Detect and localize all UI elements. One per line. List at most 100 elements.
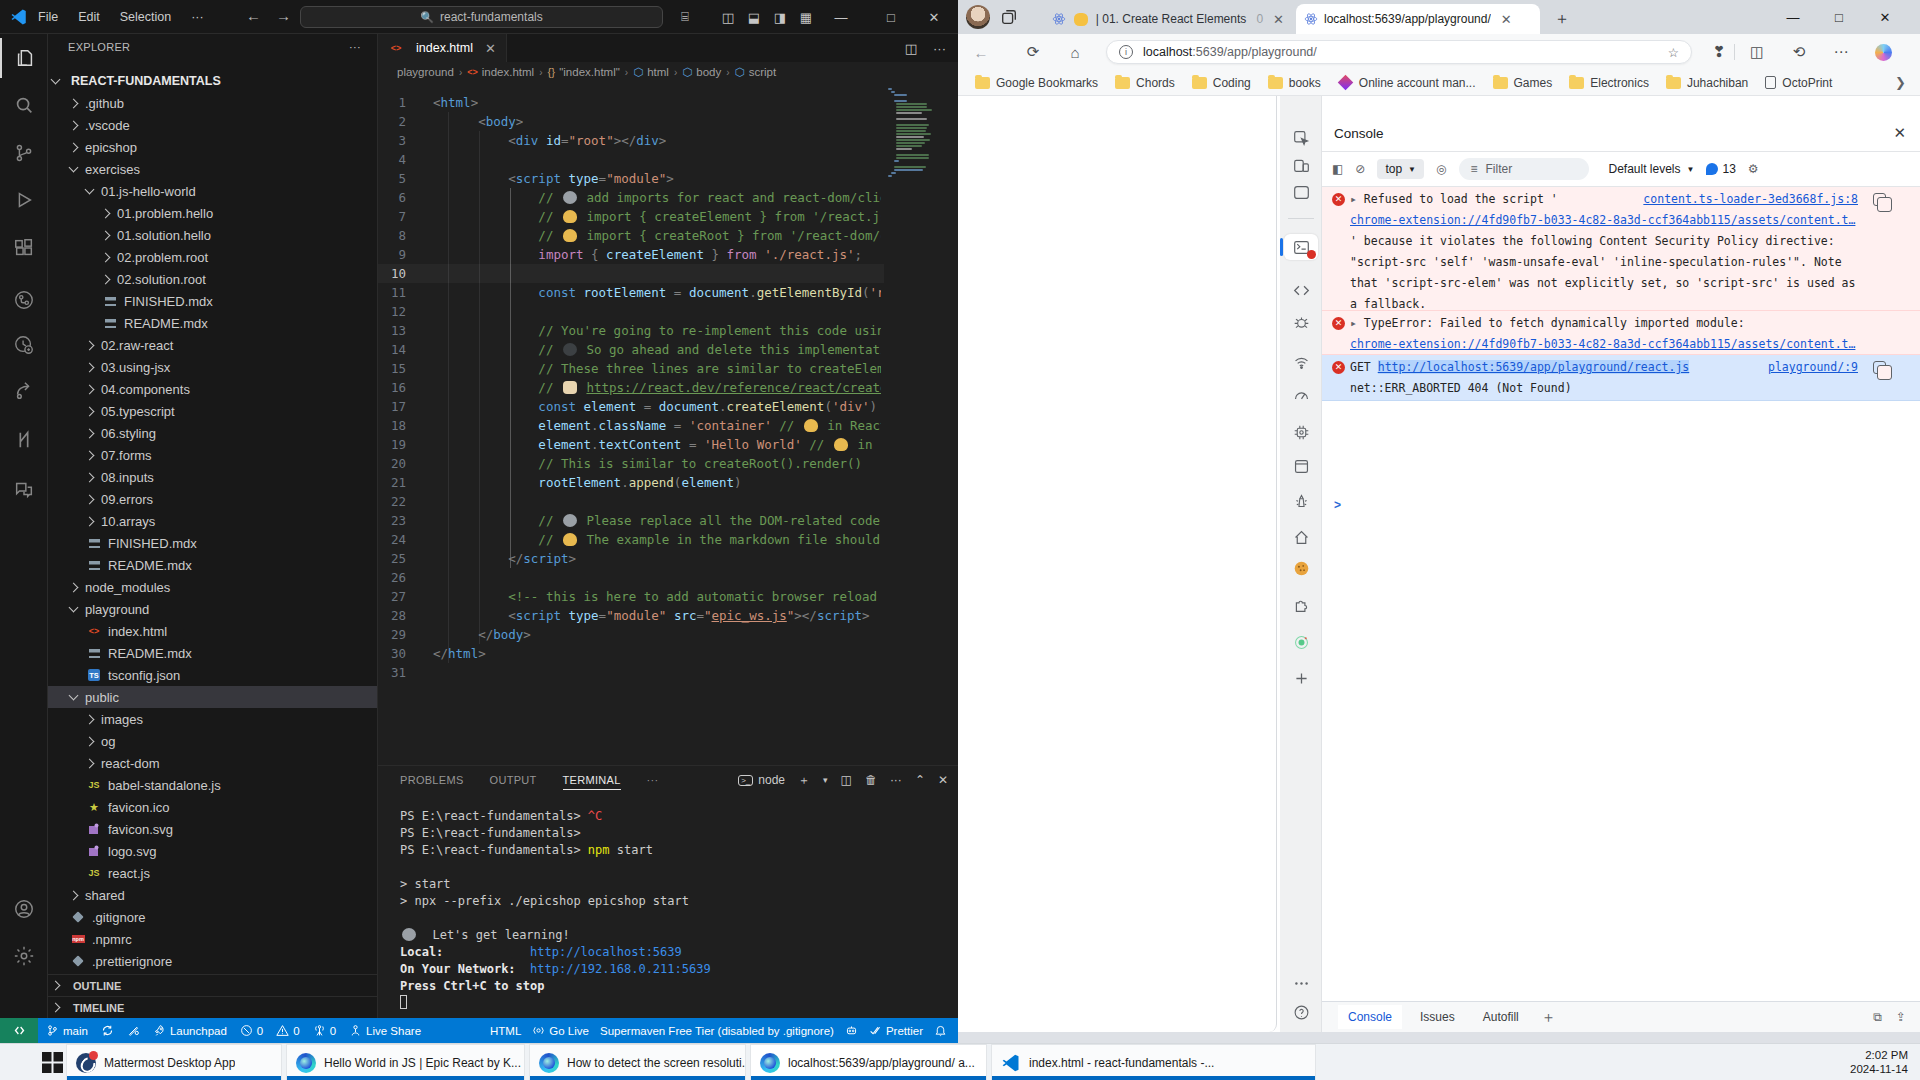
tab-close-icon[interactable]: ✕	[1501, 12, 1512, 27]
file-FINISHED.mdx[interactable]: FINISHED.mdx	[48, 290, 377, 312]
tab-close-icon[interactable]: ✕	[485, 41, 496, 56]
application-icon[interactable]	[1284, 453, 1318, 479]
panel-tab-problems[interactable]: PROBLEMS	[400, 774, 464, 786]
folder-.github[interactable]: .github	[48, 92, 377, 114]
new-tab-button[interactable]: ＋	[1554, 9, 1570, 30]
run-debug-icon[interactable]	[0, 180, 48, 220]
more-tools-icon[interactable]	[1284, 970, 1318, 996]
console-message-2[interactable]: ▸ TypeError: Failed to fetch dynamically…	[1322, 311, 1920, 355]
tab-index-html[interactable]: <> index.html ✕	[378, 34, 507, 62]
split-screen-icon[interactable]: ◫	[1746, 41, 1768, 63]
memory-icon[interactable]	[1284, 419, 1318, 445]
taskbar-button-2[interactable]: Hello World in JS | Epic React by K...	[286, 1044, 525, 1080]
code-line[interactable]: // These three lines are similar to crea…	[433, 359, 881, 378]
status-launchpad[interactable]: Launchpad	[153, 1024, 227, 1037]
start-button[interactable]	[42, 1052, 63, 1073]
code-line[interactable]: const element = document.createElement('…	[433, 397, 877, 416]
folder-03.using-jsx[interactable]: 03.using-jsx	[48, 356, 377, 378]
maximize-button[interactable]: □	[1816, 0, 1862, 34]
code-line[interactable]: // Please replace all the DOM-related co…	[433, 511, 881, 530]
back-arrow-icon[interactable]: ←	[246, 7, 261, 24]
explorer-more-icon[interactable]: ···	[349, 41, 361, 53]
panel-tabs-more-icon[interactable]: ···	[647, 774, 659, 786]
kill-terminal-icon[interactable]: 🗑	[865, 773, 877, 787]
drawer-add-icon[interactable]: ＋	[1541, 1008, 1556, 1027]
console-settings-icon[interactable]: ⚙	[1748, 162, 1759, 176]
console-message-count[interactable]: 13	[1706, 162, 1735, 176]
git-graph-icon[interactable]	[0, 280, 48, 320]
folder-shared[interactable]: shared	[48, 884, 377, 906]
back-icon[interactable]: ←	[970, 41, 992, 63]
code-line[interactable]: // The example in the markdown file shou…	[433, 530, 881, 549]
console-source-link[interactable]: content.ts-loader-3ed3668f.js:8	[1643, 189, 1858, 210]
files-icon[interactable]	[0, 38, 48, 78]
file-favicon.ico[interactable]: ★favicon.ico	[48, 796, 377, 818]
status-prettier[interactable]: Prettier	[869, 1024, 923, 1037]
code-line[interactable]: element.textContent = 'Hello World' // i…	[433, 435, 873, 454]
code-line[interactable]: </html>	[433, 644, 486, 663]
breadcrumb-5[interactable]: ⬡script	[735, 65, 777, 79]
taskbar-button-4[interactable]: localhost:5639/app/playground/ a...	[750, 1044, 987, 1080]
toggle-secondary-sidebar-icon[interactable]: ◨	[771, 8, 789, 26]
maximize-button[interactable]: □	[882, 8, 900, 26]
bookmark-online-account-man-[interactable]: Online account man...	[1338, 76, 1476, 90]
code-line[interactable]: element.className = 'container' // in Re…	[433, 416, 881, 435]
panel-close-icon[interactable]: ✕	[938, 773, 948, 787]
folder-node_modules[interactable]: node_modules	[48, 576, 377, 598]
file-index.html[interactable]: <>index.html	[48, 620, 377, 642]
performance-icon[interactable]	[1284, 382, 1318, 408]
folder-og[interactable]: og	[48, 730, 377, 752]
drawer-dock-icon[interactable]: ⧉	[1873, 1010, 1882, 1024]
breadcrumb-4[interactable]: ⬡body	[682, 65, 721, 79]
status-0[interactable]: 0	[276, 1024, 299, 1037]
code-line[interactable]: <body>	[433, 112, 523, 131]
folder-10.arrays[interactable]: 10.arrays	[48, 510, 377, 532]
bookmark-octoprint[interactable]: OctoPrint	[1765, 76, 1832, 90]
code-line[interactable]: // import { createRoot } from '/react-do…	[433, 226, 881, 245]
explorer-root-folder[interactable]: REACT-FUNDAMENTALS	[48, 70, 377, 92]
terminal-output[interactable]: PS E:\react-fundamentals> ^CPS E:\react-…	[400, 808, 711, 1012]
context-selector[interactable]: top▼	[1377, 159, 1424, 179]
code-line[interactable]: </body>	[433, 625, 531, 644]
breadcrumb-2[interactable]: {}"index.html"	[548, 66, 620, 78]
lighthouse-icon[interactable]	[1284, 487, 1318, 513]
folder-05.typescript[interactable]: 05.typescript	[48, 400, 377, 422]
account-icon[interactable]	[0, 889, 48, 929]
file-README.mdx[interactable]: README.mdx	[48, 312, 377, 334]
bookmark-games[interactable]: Games	[1493, 76, 1553, 90]
source-control-icon[interactable]	[0, 133, 48, 173]
console-link[interactable]: http://localhost:5639/app/playground/rea…	[1378, 360, 1690, 374]
extension-puzzle-icon[interactable]	[1284, 592, 1318, 618]
menu-[interactable]: ···	[191, 10, 204, 24]
bookmark-chords[interactable]: Chords	[1115, 76, 1175, 90]
code-line[interactable]: // This is similar to createRoot().rende…	[433, 454, 862, 473]
close-button[interactable]: ✕	[925, 8, 943, 26]
file-logo.svg[interactable]: logo.svg	[48, 840, 377, 862]
profile-avatar[interactable]	[966, 5, 990, 29]
taskbar-button-5[interactable]: index.html - react-fundamentals -...	[991, 1044, 1316, 1080]
minimize-button[interactable]: —	[832, 8, 850, 26]
copilot-icon[interactable]: ⌸	[676, 8, 694, 26]
code-line[interactable]: // https://react.dev/reference/react/cre…	[433, 378, 881, 397]
panel-maximize-icon[interactable]: ⌃	[915, 773, 925, 787]
minimize-button[interactable]: —	[1770, 0, 1816, 34]
address-bar[interactable]: i localhost:5639/app/playground/ ☆	[1106, 40, 1692, 64]
folder-public[interactable]: public	[48, 686, 377, 708]
bookmark-coding[interactable]: Coding	[1192, 76, 1251, 90]
add-tool-icon[interactable]	[1284, 665, 1318, 691]
bookmark-electronics[interactable]: Electronics	[1569, 76, 1649, 90]
breadcrumbs[interactable]: playground›<>index.html›{}"index.html"›⬡…	[378, 62, 958, 82]
split-editor-icon[interactable]: ◫	[905, 41, 917, 56]
eye-icon[interactable]: ◎	[1436, 162, 1446, 176]
status-robot[interactable]	[845, 1024, 858, 1037]
console-sidebar-icon[interactable]: ◧	[1332, 162, 1343, 176]
vscode-search-box[interactable]: 🔍react-fundamentals	[300, 6, 663, 28]
code-line[interactable]: rootElement.append(element)	[433, 473, 742, 492]
taskbar-button-3[interactable]: How to detect the screen resoluti...	[529, 1044, 746, 1080]
favorite-star-icon[interactable]: ☆	[1668, 45, 1679, 60]
code-line[interactable]: <script type="module">	[433, 169, 674, 188]
folder-09.errors[interactable]: 09.errors	[48, 488, 377, 510]
status-supermaven-free-tier-disabled-[interactable]: Supermaven Free Tier (disabled by .gitig…	[600, 1025, 834, 1037]
folder-01.problem.hello[interactable]: 01.problem.hello	[48, 202, 377, 224]
file-favicon.svg[interactable]: favicon.svg	[48, 818, 377, 840]
